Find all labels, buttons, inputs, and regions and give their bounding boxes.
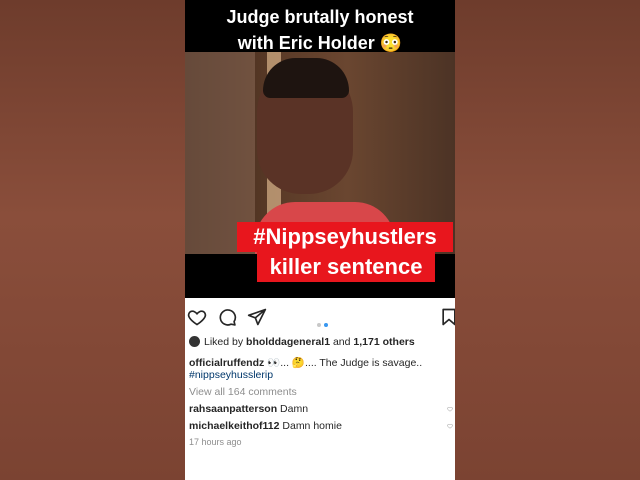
view-all-comments[interactable]: View all 164 comments: [189, 386, 297, 398]
comment-icon[interactable]: [217, 307, 237, 327]
comment-text: Damn: [280, 403, 309, 415]
post-hashtag[interactable]: #nippseyhusslerip: [189, 369, 273, 381]
comment-row: rahsaanpatterson Damn: [189, 403, 453, 415]
carousel-dot: [317, 323, 321, 327]
post-caption: officialruffendz 👀... 🤔.... The Judge is…: [189, 356, 422, 369]
likes-prefix: Liked by: [204, 336, 244, 348]
post-timestamp: 17 hours ago: [189, 437, 242, 447]
comment-heart-icon[interactable]: [447, 405, 453, 413]
comment-row: michaelkeithof112 Damn homie: [189, 420, 453, 432]
person-hair: [263, 58, 349, 98]
bookmark-icon[interactable]: [439, 307, 455, 327]
share-icon[interactable]: [247, 307, 267, 327]
liker-avatar: [189, 336, 200, 347]
liker-username[interactable]: bholddageneral1: [246, 336, 330, 348]
left-backdrop: [0, 0, 185, 480]
comment-text: Damn homie: [282, 420, 342, 432]
caption-line1: #Nippseyhustlers: [237, 222, 453, 252]
video-title: Judge brutally honest with Eric Holder 😳: [185, 4, 455, 56]
carousel-indicator: [317, 314, 331, 332]
comment-user[interactable]: michaelkeithof112: [189, 420, 279, 432]
carousel-dot-active: [324, 323, 328, 327]
likes-and: and: [332, 336, 351, 348]
video-player[interactable]: Judge brutally honest with Eric Holder 😳…: [185, 0, 455, 298]
comment-user[interactable]: rahsaanpatterson: [189, 403, 277, 415]
likes-count[interactable]: 1,171 others: [353, 336, 414, 348]
video-title-line1: Judge brutally honest: [226, 7, 414, 27]
heart-icon[interactable]: [187, 307, 207, 327]
caption-line2: killer sentence: [257, 252, 435, 282]
comment-heart-icon[interactable]: [447, 422, 453, 430]
instagram-post: Judge brutally honest with Eric Holder 😳…: [185, 0, 455, 480]
right-backdrop: [455, 0, 640, 480]
post-author[interactable]: officialruffendz: [189, 357, 264, 369]
likes-line: Liked by bholddageneral1 and 1,171 other…: [189, 336, 415, 348]
post-text: 👀... 🤔.... The Judge is savage..: [267, 357, 423, 369]
